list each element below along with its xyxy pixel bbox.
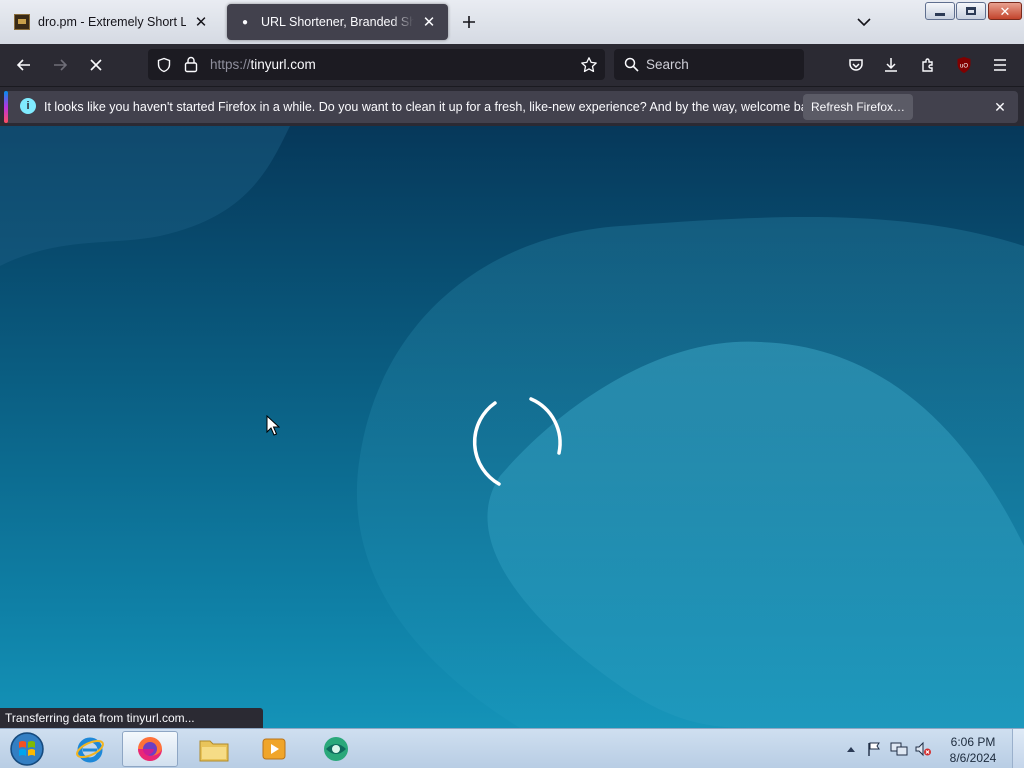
search-icon [624, 57, 639, 72]
internet-explorer-taskbar-button[interactable] [62, 731, 118, 767]
bookmark-star-icon[interactable] [580, 56, 598, 74]
url-text[interactable]: https://tinyurl.com [210, 57, 316, 72]
loading-spinner [472, 397, 562, 486]
volume-tray-icon[interactable] [914, 740, 932, 758]
lock-icon[interactable] [184, 56, 198, 73]
windows-start-orb-icon [10, 732, 44, 766]
firefox-icon [138, 737, 162, 761]
notification-message: It looks like you haven't started Firefo… [44, 100, 824, 114]
media-player-icon [262, 738, 286, 760]
url-scheme: https:// [210, 57, 251, 72]
status-panel: Transferring data from tinyurl.com... [0, 708, 263, 728]
network-monitor-icon [890, 742, 908, 756]
chevron-down-icon [857, 18, 871, 27]
tab-tinyurl[interactable]: ● URL Shortener, Branded Short Links & A… [227, 4, 448, 40]
info-icon: i [20, 98, 36, 114]
notification-accent-stripe [4, 91, 8, 123]
plus-icon [463, 16, 475, 28]
internet-explorer-icon [76, 737, 104, 763]
dro-pm-favicon [14, 14, 30, 30]
shield-icon[interactable] [156, 57, 172, 73]
search-bar[interactable]: Search [614, 49, 804, 80]
start-button[interactable] [0, 731, 54, 767]
minimize-icon [935, 12, 945, 16]
pocket-button[interactable] [842, 51, 870, 79]
triangle-up-icon [847, 747, 855, 752]
forward-button[interactable] [46, 51, 74, 79]
folder-icon [199, 740, 229, 762]
download-icon [885, 58, 897, 72]
arrow-right-icon [54, 59, 68, 71]
green-globe-app-icon [324, 737, 348, 761]
downloads-button[interactable] [877, 51, 905, 79]
close-tab-icon[interactable]: ✕ [192, 13, 210, 31]
tab-title: URL Shortener, Branded Short Links & Ana… [261, 15, 414, 29]
refresh-firefox-button[interactable]: Refresh Firefox… [803, 94, 913, 120]
close-tab-icon[interactable]: ✕ [420, 13, 438, 31]
ublock-origin-button[interactable]: uO [950, 51, 978, 79]
flag-icon [868, 742, 880, 756]
close-icon: ✕ [999, 3, 1011, 19]
speaker-muted-icon [915, 741, 931, 757]
svg-text:uO: uO [960, 64, 968, 70]
hamburger-menu-icon [994, 59, 1006, 71]
show-desktop-button[interactable] [1012, 729, 1024, 768]
taskbar-clock[interactable]: 6:06 PM 8/6/2024 [940, 734, 1006, 766]
close-window-button[interactable]: ✕ [988, 2, 1022, 20]
tab-dro-pm[interactable]: dro.pm - Extremely Short Links ✕ [4, 4, 220, 40]
extensions-button[interactable] [914, 51, 942, 79]
search-placeholder: Search [646, 57, 689, 72]
arrow-left-icon [16, 59, 30, 71]
tab-strip: dro.pm - Extremely Short Links ✕ ● URL S… [0, 0, 1024, 44]
firefox-taskbar-button[interactable] [122, 731, 178, 767]
stop-button[interactable] [82, 51, 110, 79]
media-player-taskbar-button[interactable] [246, 731, 302, 767]
loading-dot-icon: ● [241, 16, 249, 28]
restore-icon [966, 7, 976, 15]
windows-explorer-taskbar-button[interactable] [186, 731, 242, 767]
page-content [0, 126, 1024, 728]
new-tab-button[interactable] [458, 11, 480, 33]
navigation-toolbar: https://tinyurl.com Search uO [0, 44, 1024, 86]
network-tray-icon[interactable] [890, 740, 908, 758]
restore-button[interactable] [956, 2, 986, 20]
close-notification-icon[interactable]: ✕ [990, 97, 1010, 117]
pocket-icon [849, 59, 863, 71]
url-host: tinyurl.com [250, 57, 316, 72]
puzzle-piece-icon [922, 58, 933, 72]
clock-time: 6:06 PM [950, 735, 996, 749]
notification-bar: i It looks like you haven't started Fire… [0, 86, 1024, 126]
stop-x-icon [90, 59, 102, 71]
minimize-button[interactable] [925, 2, 955, 20]
back-button[interactable] [10, 51, 38, 79]
list-all-tabs-button[interactable] [853, 11, 875, 33]
action-center-tray-icon[interactable] [865, 740, 883, 758]
app-menu-button[interactable] [986, 51, 1014, 79]
show-hidden-icons-button[interactable] [842, 740, 860, 758]
taskbar: 6:06 PM 8/6/2024 [0, 728, 1024, 768]
tab-title: dro.pm - Extremely Short Links [38, 15, 186, 29]
url-bar[interactable]: https://tinyurl.com [148, 49, 605, 80]
clock-date: 8/6/2024 [949, 751, 997, 765]
ublock-shield-icon: uO [957, 57, 971, 73]
mouse-pointer-icon [266, 415, 280, 436]
app-taskbar-button[interactable] [308, 731, 364, 767]
